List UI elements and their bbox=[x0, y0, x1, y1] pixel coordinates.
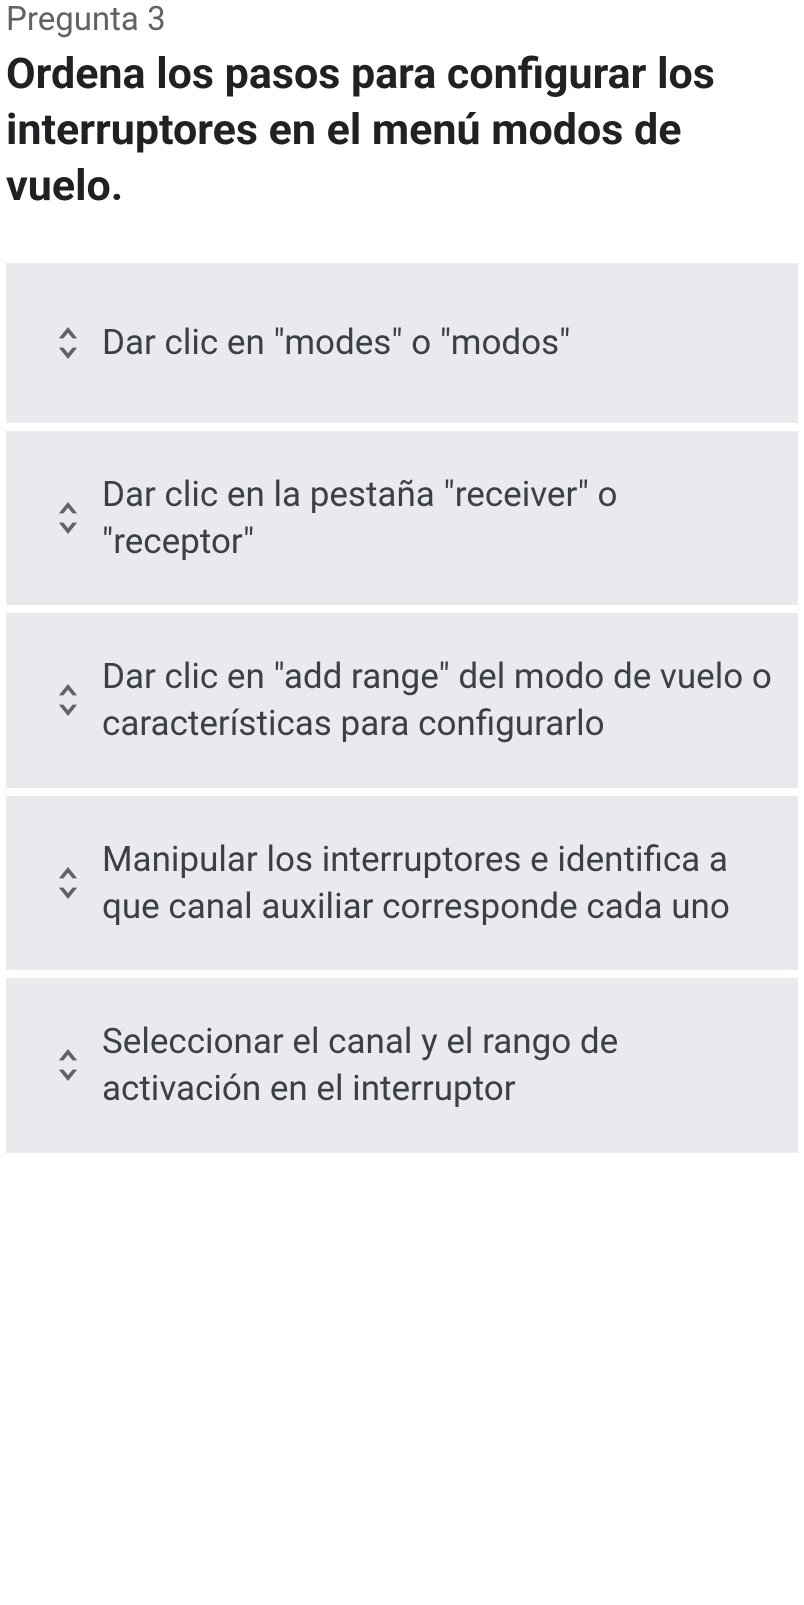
question-label: Pregunta 3 bbox=[6, 0, 798, 39]
option-item[interactable]: Dar clic en "add range" del modo de vuel… bbox=[6, 613, 798, 788]
option-text: Manipular los interruptores e identifica… bbox=[102, 836, 778, 931]
option-text: Dar clic en "modes" o "modos" bbox=[102, 319, 778, 366]
sort-handle-icon[interactable] bbox=[54, 684, 82, 716]
sort-handle-icon[interactable] bbox=[54, 1049, 82, 1081]
sort-handle-icon[interactable] bbox=[54, 867, 82, 899]
option-item[interactable]: Seleccionar el canal y el rango de activ… bbox=[6, 978, 798, 1153]
option-text: Dar clic en la pestaña "receiver" o "rec… bbox=[102, 471, 778, 566]
sort-handle-icon[interactable] bbox=[54, 327, 82, 359]
option-item[interactable]: Dar clic en "modes" o "modos" bbox=[6, 263, 798, 423]
option-item[interactable]: Dar clic en la pestaña "receiver" o "rec… bbox=[6, 431, 798, 606]
sort-handle-icon[interactable] bbox=[54, 502, 82, 534]
option-text: Seleccionar el canal y el rango de activ… bbox=[102, 1018, 778, 1113]
options-list: Dar clic en "modes" o "modos" Dar clic e… bbox=[6, 263, 798, 1153]
option-item[interactable]: Manipular los interruptores e identifica… bbox=[6, 796, 798, 971]
option-text: Dar clic en "add range" del modo de vuel… bbox=[102, 653, 778, 748]
question-text: Ordena los pasos para configurar los int… bbox=[6, 47, 798, 215]
